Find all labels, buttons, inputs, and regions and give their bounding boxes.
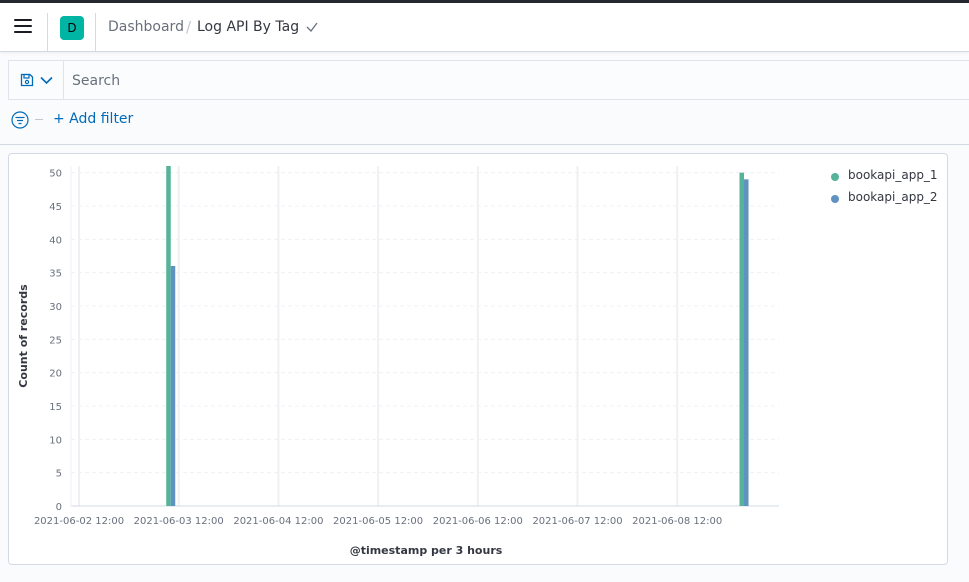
legend-label: bookapi_app_1: [848, 168, 938, 182]
y-tick-label: 5: [56, 469, 62, 480]
menu-icon[interactable]: [14, 19, 32, 33]
bar-bookapi_app_1-1: [739, 172, 745, 506]
y-tick-label: 25: [49, 335, 62, 346]
query-bar: [8, 60, 969, 101]
y-tick-label: 30: [49, 302, 62, 313]
x-tick-label: 2021-06-03 12:00: [134, 516, 224, 527]
y-axis-title: Count of records: [17, 284, 30, 388]
saved-query-button[interactable]: [9, 61, 64, 99]
y-tick-label: 45: [49, 202, 62, 213]
y-tick-label: 50: [49, 169, 62, 180]
space-avatar[interactable]: D: [60, 16, 84, 40]
legend-swatch: [831, 173, 839, 181]
y-tick-label: 0: [56, 502, 62, 513]
filter-icon[interactable]: [10, 110, 30, 130]
breadcrumb-dashboard[interactable]: Dashboard: [108, 19, 184, 35]
x-tick-label: 2021-06-05 12:00: [333, 516, 423, 527]
bar-bookapi_app_2-1: [744, 179, 749, 507]
y-tick-label: 15: [49, 402, 62, 413]
bar-chart: 0 5 10 15 20 25 30 35 40 45 50 2021-06-02 12:00 2021…: [17, 166, 779, 557]
y-tick-label: 40: [49, 235, 62, 246]
legend-swatch: [831, 195, 839, 203]
header-divider: [95, 13, 96, 51]
x-tick-label: 2021-06-06 12:00: [433, 516, 523, 527]
bar-bookapi_app_1-0: [166, 166, 171, 506]
x-tick-label: 2021-06-04 12:00: [233, 516, 323, 527]
x-tick-label: 2021-06-02 12:00: [34, 516, 124, 527]
top-header: D Dashboard / Log API By Tag: [0, 0, 969, 52]
save-icon: [20, 73, 34, 87]
x-tick-label: 2021-06-07 12:00: [532, 516, 622, 527]
checkmark-icon[interactable]: [305, 20, 319, 34]
x-axis-title: @timestamp per 3 hours: [350, 544, 503, 557]
visualization-panel: 0 5 10 15 20 25 30 35 40 45 50 2021-06-02 12:00 2021…: [8, 153, 948, 565]
breadcrumb-separator: /: [186, 18, 192, 36]
chevron-down-icon: [40, 76, 53, 85]
header-divider: [47, 13, 48, 51]
add-filter-button[interactable]: + Add filter: [53, 111, 133, 127]
search-input[interactable]: [64, 61, 969, 101]
legend-label: bookapi_app_2: [848, 190, 938, 204]
section-divider: [0, 144, 969, 145]
y-tick-label: 35: [49, 269, 62, 280]
y-tick-label: 20: [49, 369, 62, 380]
breadcrumb-current: Log API By Tag: [197, 19, 300, 35]
bar-bookapi_app_2-0: [170, 266, 176, 506]
y-tick-label: 10: [49, 435, 62, 446]
filter-divider: [35, 119, 43, 120]
x-tick-label: 2021-06-08 12:00: [632, 516, 722, 527]
